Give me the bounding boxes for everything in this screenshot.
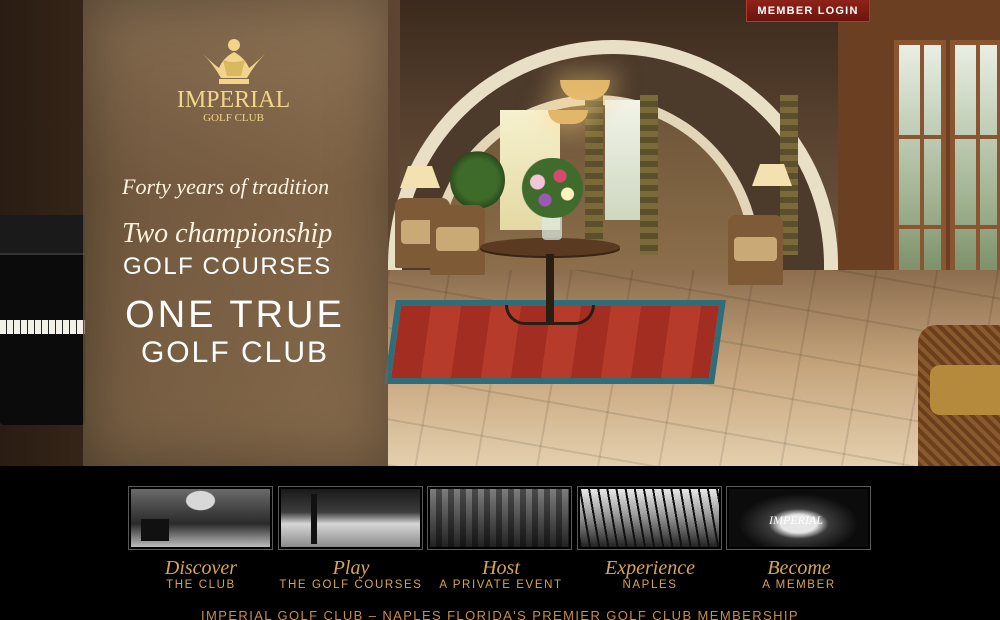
nav-caps-label: A PRIVATE EVENT (439, 579, 563, 591)
nav-caps-label: THE GOLF COURSES (279, 579, 423, 591)
thumb-logo-text: IMPERIAL (769, 513, 823, 527)
nav-become-a-member[interactable]: Become A MEMBER (714, 558, 884, 592)
tagline-golf-club: GOLF CLUB (140, 336, 330, 369)
nav-experience-naples[interactable]: Experience NAPLES (565, 558, 735, 592)
thumb-experience[interactable] (577, 486, 722, 550)
nav-script-label: Play (332, 557, 370, 579)
tagline-one-true: ONE TRUE (125, 294, 345, 336)
curtain (640, 95, 658, 255)
thumb-play[interactable] (278, 486, 423, 550)
bottom-navigation: IMPERIAL Discover THE CLUB Play THE GOLF… (0, 466, 1000, 620)
flower-arrangement (515, 158, 590, 218)
armchair (728, 215, 783, 285)
thumb-discover[interactable] (128, 486, 273, 550)
nav-play-the-golf-courses[interactable]: Play THE GOLF COURSES (266, 558, 436, 592)
logo-subtitle: GOLF CLUB (203, 112, 264, 124)
nav-script-label: Become (767, 557, 831, 579)
golf-course-photo-icon (281, 489, 420, 547)
far-window-2 (605, 100, 641, 220)
armchair (430, 205, 485, 275)
tagline-tradition: Forty years of tradition (122, 174, 330, 199)
thumb-become[interactable]: IMPERIAL (726, 486, 871, 550)
table-base (505, 305, 595, 325)
thumb-host[interactable] (427, 486, 572, 550)
tagline-championship: Two championship (122, 218, 333, 249)
nav-script-label: Discover (164, 557, 238, 579)
club-logo[interactable]: IMPERIAL GOLF CLUB (176, 38, 291, 133)
logo-name: IMPERIAL (176, 87, 291, 113)
crown-icon (202, 39, 265, 84)
nav-caps-label: NAPLES (622, 579, 678, 591)
curtain (585, 95, 603, 255)
tagline-golf-courses: GOLF COURSES (123, 253, 332, 280)
beach-photo-icon (580, 489, 719, 547)
grand-piano (0, 215, 85, 425)
nav-discover-the-club[interactable]: Discover THE CLUB (116, 558, 286, 592)
banquet-hall-photo-icon (430, 489, 569, 547)
lobby-photo-icon (131, 489, 270, 547)
nav-script-label: Host (482, 557, 520, 579)
nav-host-a-private-event[interactable]: Host A PRIVATE EVENT (416, 558, 586, 592)
nav-caps-label: A MEMBER (762, 579, 836, 591)
potted-plant (450, 150, 505, 210)
wicker-chair (918, 325, 1000, 466)
nav-script-label: Experience (605, 557, 695, 579)
footer-tagline: IMPERIAL GOLF CLUB – NAPLES FLORIDA'S PR… (201, 608, 799, 620)
nav-caps-label: THE CLUB (166, 579, 236, 591)
member-login-button[interactable]: MEMBER LOGIN (746, 0, 870, 22)
